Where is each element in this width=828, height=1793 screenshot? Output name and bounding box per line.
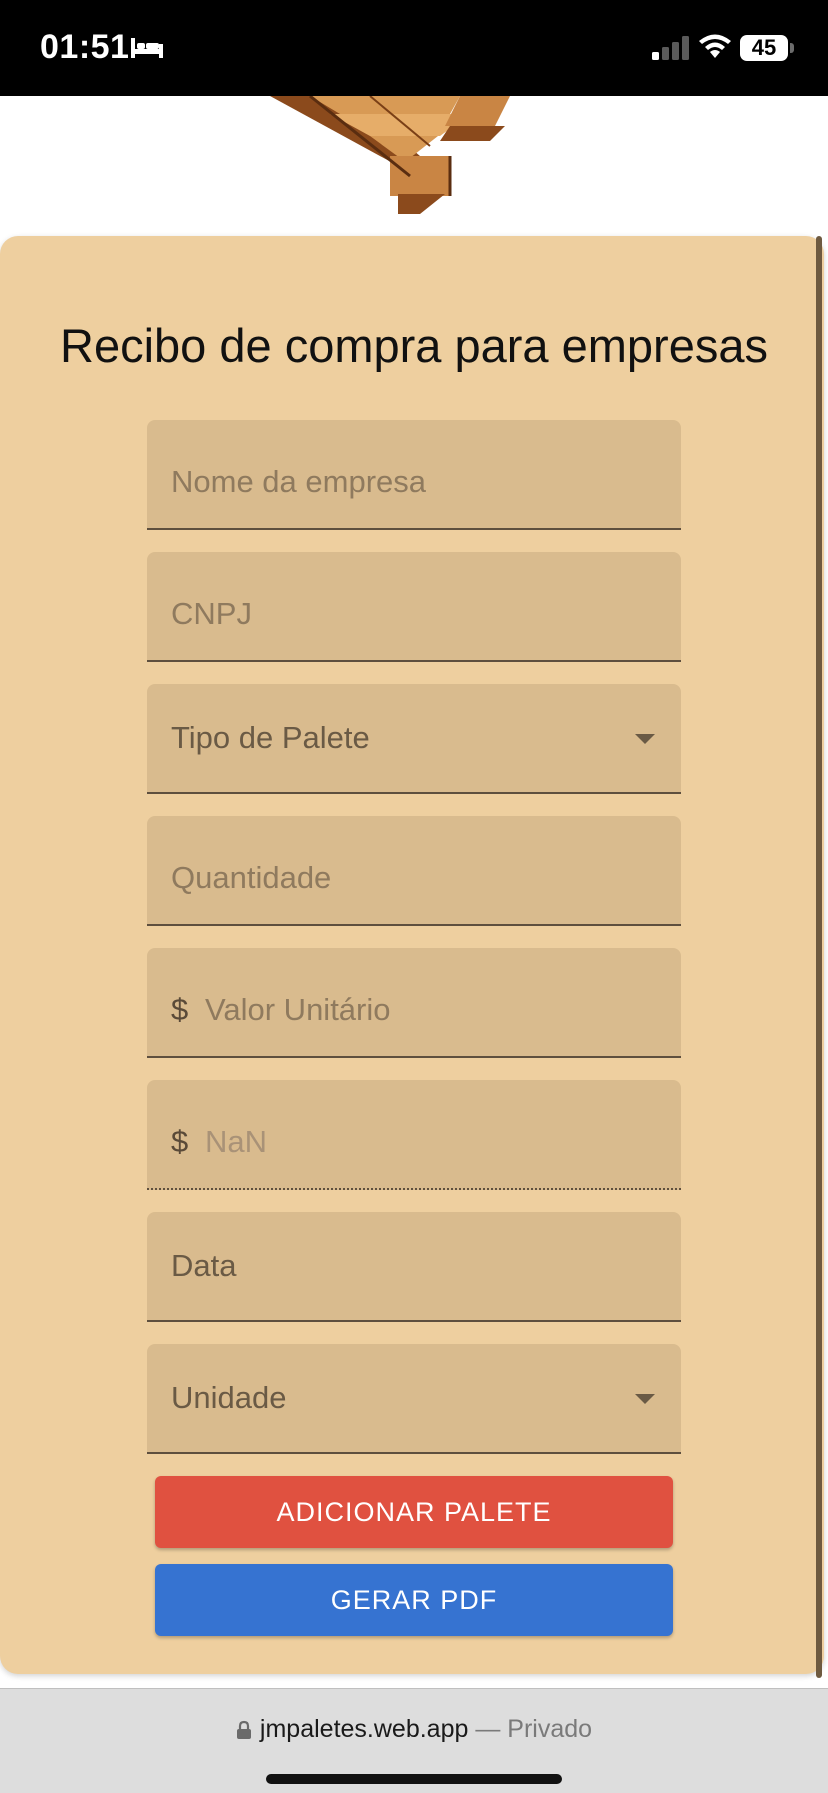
pallet-image xyxy=(270,96,510,214)
status-bar: 01:51 45 xyxy=(0,0,828,96)
date-field[interactable]: Data xyxy=(147,1212,681,1322)
scrollbar[interactable] xyxy=(816,236,822,1678)
private-label: Privado xyxy=(507,1715,593,1743)
url-domain: jmpaletes.web.app xyxy=(259,1715,469,1743)
generate-pdf-button[interactable]: GERAR PDF xyxy=(155,1564,673,1636)
total-field: $ NaN xyxy=(147,1080,681,1190)
battery-cap xyxy=(790,43,794,53)
cnpj-field[interactable]: CNPJ xyxy=(147,552,681,662)
signal-icon xyxy=(652,36,689,60)
bed-icon xyxy=(131,38,163,58)
company-name-field[interactable]: Nome da empresa xyxy=(147,420,681,530)
page-title: Recibo de compra para empresas xyxy=(60,319,768,372)
unit-select[interactable]: Unidade xyxy=(147,1344,681,1454)
unit-value-field[interactable]: $ Valor Unitário xyxy=(147,948,681,1058)
pallet-type-label: Tipo de Palete xyxy=(171,720,370,755)
unit-value-placeholder: Valor Unitário xyxy=(205,992,391,1027)
battery-icon: 45 xyxy=(740,35,788,61)
lock-icon xyxy=(236,1720,251,1739)
chevron-down-icon xyxy=(635,1394,655,1404)
cnpj-placeholder: CNPJ xyxy=(171,596,252,631)
home-indicator[interactable] xyxy=(266,1774,562,1784)
currency-prefix: $ xyxy=(171,1124,189,1159)
company-name-placeholder: Nome da empresa xyxy=(171,464,427,499)
url-separator: — xyxy=(468,1715,508,1743)
chevron-down-icon xyxy=(635,734,655,744)
status-time: 01:51 xyxy=(40,28,130,66)
currency-prefix: $ xyxy=(171,992,189,1027)
wifi-icon xyxy=(699,34,731,58)
pallet-type-select[interactable]: Tipo de Palete xyxy=(147,684,681,794)
add-pallet-button[interactable]: ADICIONAR PALETE xyxy=(155,1476,673,1548)
quantity-field[interactable]: Quantidade xyxy=(147,816,681,926)
date-label: Data xyxy=(171,1248,237,1283)
quantity-placeholder: Quantidade xyxy=(171,860,332,895)
url-row[interactable]: jmpaletes.web.app — Privado xyxy=(0,1715,828,1744)
total-value: NaN xyxy=(205,1124,268,1159)
unit-label: Unidade xyxy=(171,1380,287,1415)
